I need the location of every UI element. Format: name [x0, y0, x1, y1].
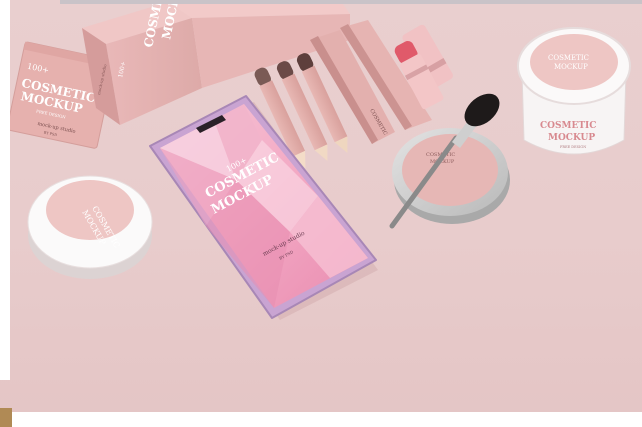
jar-lid-line1: COSMETIC [548, 54, 589, 62]
jar-sub: FREE DESIGN [560, 145, 586, 149]
top-edge-strip [60, 0, 642, 4]
jar-line1: COSMETIC [540, 121, 596, 131]
round-compact: COSMETIC MOCKUP [27, 175, 153, 279]
jar-lid-line2: MOCKUP [554, 63, 588, 71]
jar-line2: MOCKUP [548, 133, 595, 143]
left-frame-edge [0, 0, 10, 380]
product-photo: 100+ COSMETIC MOCKUP FREE DESIGN mock-up… [0, 0, 642, 427]
cosmetic-mockup-illustration: 100+ COSMETIC MOCKUP FREE DESIGN mock-up… [6, 0, 631, 320]
corner-mark [0, 408, 12, 427]
bottom-frame-edge [0, 412, 642, 427]
white-jar: COSMETIC MOCKUP COSMETIC MOCKUP FREE DES… [517, 27, 631, 155]
